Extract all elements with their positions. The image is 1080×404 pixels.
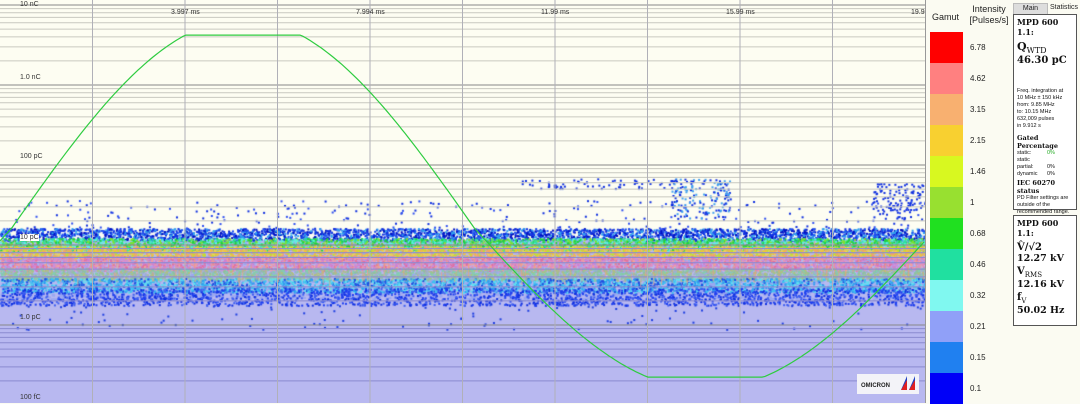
gamut-title: Gamut xyxy=(932,12,960,22)
legend-value: 1 xyxy=(970,198,975,207)
vrms-label: VRMS xyxy=(1017,266,1042,279)
y-label-100pc: 100 pC xyxy=(20,153,43,160)
vpeak-value: 12.27 kV xyxy=(1017,253,1065,264)
legend-swatch xyxy=(930,311,963,342)
gated-row: static: 0% xyxy=(1017,150,1055,157)
info-line: Freq. integration at xyxy=(1017,88,1064,95)
charge-device: MPD 600 1.1: xyxy=(1017,17,1059,37)
gated-list: static: 0% static partial: 0% dynamic 0% xyxy=(1017,150,1073,178)
x-label-2: 7.994 ms xyxy=(356,9,385,16)
legend-value: 6.78 xyxy=(970,43,986,52)
freq-value: 50.02 Hz xyxy=(1017,305,1065,316)
vpeak-label: V̂/√2 xyxy=(1017,242,1042,253)
x-label-5: 19.9 xyxy=(911,9,925,16)
x-label-3: 11.99 ms xyxy=(541,9,570,16)
legend-value: 0.21 xyxy=(970,322,986,331)
iec-title: IEC 60270 status xyxy=(1017,179,1056,196)
y-label-100fc: 100 fC xyxy=(20,394,41,401)
omicron-logo: OMICRON xyxy=(857,374,919,394)
info-line: to: 10.15 MHz xyxy=(1017,109,1052,116)
plot-grid xyxy=(0,0,925,403)
intensity-title: Intensity [Pulses/s] xyxy=(969,4,1009,25)
legend-swatch xyxy=(930,94,963,125)
legend-value: 0.1 xyxy=(970,384,982,393)
legend-swatch xyxy=(930,249,963,280)
y-label-10nc: 10 nC xyxy=(20,1,39,8)
legend-swatch xyxy=(930,373,963,404)
logo-text: OMICRON xyxy=(861,383,890,389)
info-line: in 9.912 s xyxy=(1017,123,1041,130)
legend-swatch xyxy=(930,32,963,63)
legend-swatch xyxy=(930,156,963,187)
gated-row: dynamic 0% xyxy=(1017,171,1055,178)
legend-swatch xyxy=(930,342,963,373)
info-line: from: 9.85 MHz xyxy=(1017,102,1055,109)
legend-swatch xyxy=(930,280,963,311)
voltage-panel: MPD 600 1.1: V̂/√2 12.27 kV VRMS 12.16 k… xyxy=(1013,215,1077,326)
x-label-1: 3.997 ms xyxy=(171,9,200,16)
legend-swatch xyxy=(930,218,963,249)
charge-value: 46.30 pC xyxy=(1017,55,1067,67)
legend-swatch xyxy=(930,63,963,94)
gated-row: static partial: 0% xyxy=(1017,157,1055,171)
voltage-device: MPD 600 1.1: xyxy=(1017,218,1059,238)
info-line: 632,009 pulses xyxy=(1017,116,1055,123)
legend-value: 4.62 xyxy=(970,74,986,83)
legend-value: 3.15 xyxy=(970,105,986,114)
freq-integration-info: Freq. integration at 10 MHz ± 150 kHz from… xyxy=(1017,88,1073,130)
y-label-10pc: 10 pC xyxy=(20,234,39,241)
gated-title: Gated Percentage xyxy=(1017,134,1058,151)
omicron-logo-icon xyxy=(901,376,915,390)
info-line: PD Filter settings are xyxy=(1017,195,1069,202)
vrms-value: 12.16 kV xyxy=(1017,279,1065,290)
prpd-plot[interactable]: 10 nC 1.0 nC 100 pC 10 pC 1.0 pC 100 fC … xyxy=(0,0,926,403)
legend-value: 1.46 xyxy=(970,167,986,176)
legend-swatch xyxy=(930,125,963,156)
freq-label: fV xyxy=(1017,292,1027,305)
tab-statistics[interactable]: Statistics xyxy=(1048,3,1080,13)
legend-value: 0.32 xyxy=(970,291,986,300)
y-label-1pc: 1.0 pC xyxy=(20,314,41,321)
info-line: 10 MHz ± 150 kHz xyxy=(1017,95,1063,102)
info-line: outside of the xyxy=(1017,202,1051,209)
x-label-4: 15.99 ms xyxy=(726,9,755,16)
charge-panel: MPD 600 1.1: QWTD 46.30 pC Freq. integra… xyxy=(1013,14,1077,215)
charge-quantity-label: QWTD xyxy=(1017,40,1047,56)
y-label-1nc: 1.0 nC xyxy=(20,74,41,81)
legend-value: 0.15 xyxy=(970,353,986,362)
legend-value: 0.68 xyxy=(970,229,986,238)
legend-value: 2.15 xyxy=(970,136,986,145)
iec-status: PD Filter settings are outside of the reco… xyxy=(1017,195,1073,216)
legend-value: 0.46 xyxy=(970,260,986,269)
legend-swatch xyxy=(930,187,963,218)
